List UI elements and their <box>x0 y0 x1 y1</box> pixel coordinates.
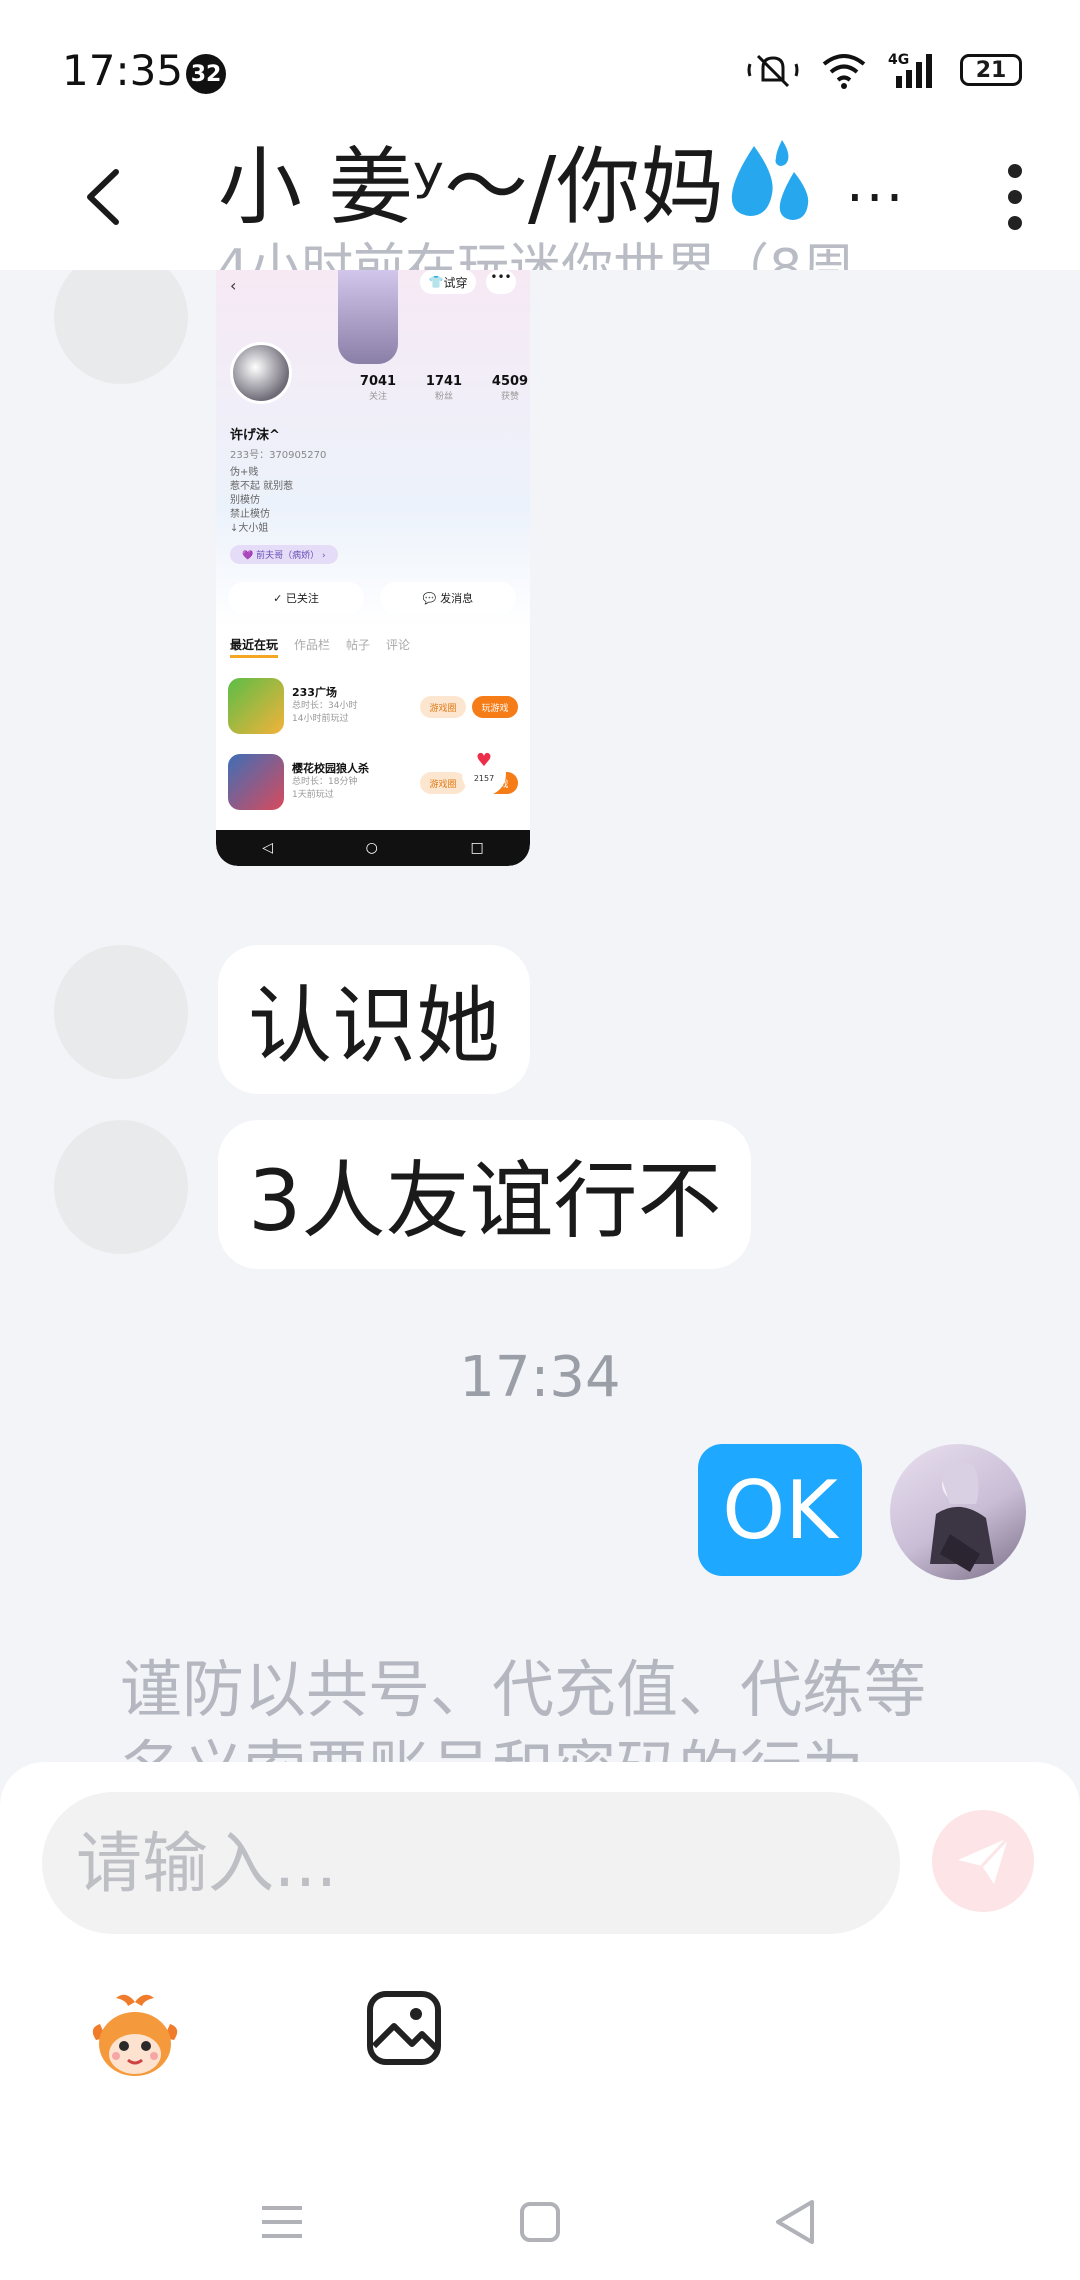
sweat-drops-icon <box>732 140 809 220</box>
shared-image-message[interactable]: ‹ 👕 试穿 ••• 7041 关注 1741 粉丝 4509 获赞 许げ沫^ 233号… <box>216 270 530 866</box>
chat-subtitle-status: 4小时前在玩迷你世界（8周... <box>216 239 904 270</box>
message-timestamp: 17:34 <box>459 1345 621 1410</box>
wifi-icon <box>822 54 866 89</box>
chat-title: 小 姜ʸ〜/你妈 <box>218 120 818 241</box>
game-icon <box>228 678 284 734</box>
send-icon <box>958 1836 1010 1884</box>
message-input[interactable] <box>42 1792 900 1934</box>
battery-indicator: 21 <box>960 54 1022 86</box>
mini-more-icon: ••• <box>486 270 516 294</box>
stat-likes: 4509 获赞 <box>491 374 529 402</box>
tab-works: 作品栏 <box>294 638 331 652</box>
profile-avatar <box>230 342 292 404</box>
character-avatar-image <box>930 1462 994 1572</box>
tab-posts: 帖子 <box>346 638 371 652</box>
profile-tag: 💜 前夫哥（病娇） › <box>230 545 338 564</box>
profile-bio: 伪+贱 惹不起 就别惹 别模仿 禁止模仿 ↓大小姐 <box>230 467 294 534</box>
tab-recent: 最近在玩 <box>230 636 279 658</box>
status-icons: 4G 21 <box>746 50 1022 90</box>
message-bubble[interactable]: 3人友谊行不 <box>218 1120 752 1269</box>
profile-tabs: 最近在玩 作品栏 帖子 评论 <box>230 636 410 658</box>
more-options-icon[interactable] <box>1000 158 1030 230</box>
chat-message-list[interactable]: ‹ 👕 试穿 ••• 7041 关注 1741 粉丝 4509 获赞 许げ沫^ 233号… <box>0 270 1080 1770</box>
mini-nav-bar: ◁ ○ □ <box>216 830 530 866</box>
profile-stats: 7041 关注 1741 粉丝 4509 获赞 <box>356 374 530 402</box>
contact-avatar[interactable] <box>54 945 188 1079</box>
my-message-bubble[interactable]: OK <box>698 1444 862 1576</box>
profile-id: 233号：370905270 <box>230 450 327 461</box>
tab-comments: 评论 <box>386 638 411 652</box>
title-overflow-ellipsis: ... <box>846 150 906 215</box>
stat-following: 7041 关注 <box>359 374 397 402</box>
followed-button: ✓ 已关注 <box>228 582 364 614</box>
menu-nav-icon[interactable] <box>252 2192 312 2252</box>
status-time: 17:35 <box>62 46 184 95</box>
svg-text:4G: 4G <box>888 52 909 68</box>
system-nav-bar <box>0 2162 1080 2280</box>
back-arrow-icon[interactable] <box>78 162 128 232</box>
game-icon <box>228 754 284 810</box>
chat-header: 小 姜ʸ〜/你妈 ... 4小时前在玩迷你世界（8周... <box>0 110 1080 270</box>
stat-fans: 1741 粉丝 <box>425 374 463 402</box>
send-button[interactable] <box>932 1810 1034 1912</box>
game-row: 233广场 总时长：34小时 14小时前玩过 游戏圈 玩游戏 <box>228 678 518 736</box>
emoji-sticker-icon[interactable] <box>86 1988 184 2086</box>
send-message-button: 💬 发消息 <box>380 582 516 614</box>
contact-avatar[interactable] <box>54 270 188 384</box>
like-heart-icon: ♥ 2157 <box>462 748 506 796</box>
character-figure <box>338 270 398 364</box>
profile-name: 许げ沫^ <box>230 428 280 443</box>
my-avatar[interactable] <box>890 1444 1026 1580</box>
contact-avatar[interactable] <box>54 1120 188 1254</box>
notification-count-badge: 32 <box>186 54 226 94</box>
safety-notice: 谨防以共号、代充值、代练等名义索要账号和密码的行为 <box>120 1653 927 1770</box>
signal-4g-icon: 4G <box>888 52 932 88</box>
try-on-button: 👕 试穿 <box>420 270 476 294</box>
image-picker-icon[interactable] <box>366 1990 442 2066</box>
back-nav-icon[interactable] <box>766 2192 826 2252</box>
home-nav-icon[interactable] <box>510 2192 570 2252</box>
chat-title-text: 小 姜ʸ〜/你妈 <box>218 138 725 236</box>
message-bubble[interactable]: 认识她 <box>218 945 531 1094</box>
mute-bell-icon <box>747 54 799 88</box>
mini-back-icon: ‹ <box>230 276 237 295</box>
